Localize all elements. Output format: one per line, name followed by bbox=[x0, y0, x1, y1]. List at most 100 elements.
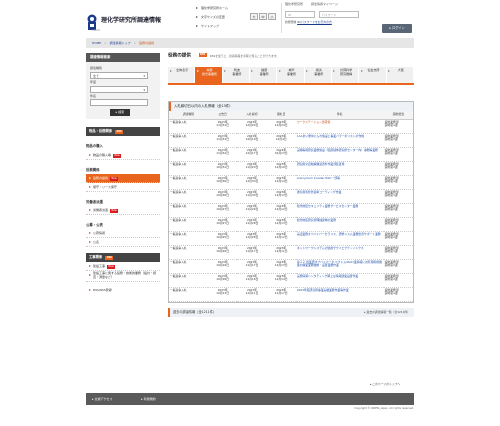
row-notice-date: 2023年 10月19日 bbox=[208, 259, 238, 274]
bid-subject-link[interactable]: 和光地区研究管理棟建物の業務 bbox=[297, 218, 336, 222]
header: 理化学研究所調達情報 RIKEN 理化学研究所ホーム 文字サイズの変更 サイトマ… bbox=[0, 0, 500, 36]
chevron-right-icon bbox=[333, 70, 336, 72]
tab-office-8[interactable]: 大阪 bbox=[386, 67, 414, 83]
rss-icon[interactable]: RSS bbox=[198, 53, 207, 57]
keyword-input[interactable] bbox=[90, 99, 148, 107]
font-medium-button[interactable]: 中 bbox=[259, 13, 267, 20]
breadcrumb: HOME > 調達情報トップ > 役務の提供 bbox=[86, 38, 414, 48]
table-row: 一般競争入札 2023年 10月20日 2023年 11月17日 2023年 12月1… bbox=[169, 245, 413, 260]
login-id-input[interactable]: ID bbox=[285, 11, 315, 18]
tab-label: 計算科学 研究機構 bbox=[340, 68, 353, 76]
bid-subject-link[interactable]: 第１２ 世業研オプバイパータ ベクシム(RAC)業情報に共有用利用推進の構築業務… bbox=[297, 260, 382, 267]
col-deadline: 入札締切 bbox=[237, 111, 267, 120]
past-procurement-link[interactable]: ▸ 過去の調達情報一覧（全1211件） bbox=[364, 308, 410, 317]
sidebar-item-rss[interactable]: RSS/RSS登録 bbox=[86, 286, 160, 295]
bid-subject-link[interactable]: ネットワークシステムの監視サクイエクテンノニクス bbox=[297, 246, 364, 250]
login-tab-riken[interactable]: 理化学研究所 bbox=[285, 2, 303, 6]
tab-office-4[interactable]: 神戸 事業所 bbox=[277, 67, 305, 83]
search-button[interactable]: ▸ 検索 bbox=[110, 109, 130, 117]
bid-subject-link[interactable]: 和光地区セキュリティ業務サービスセンター業務 bbox=[297, 204, 358, 208]
row-contract: 契約業務部 契約第1課 bbox=[383, 287, 413, 302]
table-row: 一般競争入札 2023年 10月31日 2023年 11月20日 2023年 12月1… bbox=[169, 161, 413, 176]
sidebar-item-public-offer[interactable]: 公募情報 bbox=[86, 229, 160, 239]
login-button[interactable]: ▸ ログイン bbox=[382, 24, 412, 33]
tab-office-3[interactable]: 播磨 事業所 bbox=[249, 67, 278, 83]
login-tab-mypage[interactable]: 調達情報マイページ bbox=[311, 2, 338, 6]
row-subject: Anonymum Invader 840 一部等 bbox=[295, 175, 384, 190]
row-opening-date: 2024年 01月13日 bbox=[266, 147, 296, 162]
bid-subject-link[interactable]: 実態情報ハンタティング網上は情報建築設置作業 bbox=[297, 274, 358, 278]
col-notice-date: 公告日 bbox=[208, 111, 238, 120]
row-notice-date: 2023年 11月31日 bbox=[208, 147, 238, 162]
row-deadline: 2023年 11月11日 bbox=[237, 287, 267, 302]
row-opening-date: 2023年 12月12日 bbox=[266, 231, 296, 246]
sidebar-item-label: 建設工事に関する役務・技術的業務（設計・調査・測量など） bbox=[93, 271, 157, 280]
bid-subject-link[interactable]: Anonymum Invader 840 一部等 bbox=[297, 176, 340, 180]
tab-label: 本部 和光事業所 bbox=[201, 68, 217, 76]
register-link[interactable]: 新規登録 bbox=[285, 20, 296, 24]
sidebar: 調達情報検索 調達種別 全て ▾ 年度 ▾ 件名 ▸ 検索 物品・役務関係 RSS … bbox=[86, 53, 160, 295]
past-procurement-link-label: 過去の調達情報一覧（全1211件） bbox=[366, 309, 410, 314]
bid-subject-link[interactable]: 実証業務オペバイバーセラリス、研修シスム業務監査サポート業務 bbox=[297, 232, 381, 236]
breadcrumb-procurement[interactable]: 調達情報トップ bbox=[110, 41, 131, 45]
sidebar-item-goods-purchase[interactable]: 物品の購入等 New bbox=[86, 151, 160, 160]
sidebar-item-publication[interactable]: 公表 bbox=[86, 238, 160, 248]
table-row: 一般競争入札 2023年 11月31日 2023年 12月20日 2023年 12月2… bbox=[169, 119, 413, 134]
login-tabs: 理化学研究所 調達情報マイページ bbox=[285, 2, 413, 9]
sidebar-item-labor[interactable]: 労働者派遣 New bbox=[86, 206, 160, 215]
footer: ▸ 交通アクセス ▸ 利用規約 Copyright © RIKEN, Japan… bbox=[0, 393, 500, 426]
riken-home-link[interactable]: 理化学研究所ホーム bbox=[194, 4, 278, 13]
page-top-link[interactable]: ▴ このページのトップへ bbox=[370, 382, 400, 386]
footer-link-terms[interactable]: ▸ 利用規約 bbox=[141, 397, 169, 401]
site-title[interactable]: 理化学研究所調達情報 bbox=[101, 17, 161, 25]
tab-office-7[interactable]: 仙台支所 bbox=[359, 67, 387, 83]
bid-subject-link[interactable]: 研究用全自動解離装置外作業部装置用 bbox=[297, 162, 345, 166]
tab-office-5[interactable]: 横浜 事業所 bbox=[304, 67, 332, 83]
row-opening-date: 2023年 12月14日 bbox=[266, 175, 296, 190]
tab-office-2[interactable]: 筑波 事業所 bbox=[222, 67, 250, 83]
row-subject: 1AAまい便中にんれ施設と事業バラ一ボリストの作成 bbox=[295, 133, 384, 148]
row-opening-date: 2023年 11月17日 bbox=[266, 287, 296, 302]
year-select[interactable]: ▾ bbox=[90, 85, 148, 93]
tab-office-1[interactable]: 本部 和光事業所 bbox=[195, 67, 223, 83]
bid-subject-link[interactable]: 通気用乳管外装単コーティング作業 bbox=[297, 190, 342, 194]
row-notice-date: 2023年 10月18日 bbox=[208, 273, 238, 288]
sitemap-link[interactable]: サイトマップ bbox=[194, 22, 278, 31]
bid-subject-link[interactable]: ワークステーション賃貸借 bbox=[297, 120, 330, 124]
row-deadline: 2023年 12月20日 bbox=[237, 119, 267, 134]
tab-label: 神戸 事業所 bbox=[286, 68, 296, 76]
tab-office-6[interactable]: 計算科学 研究機構 bbox=[331, 67, 360, 83]
row-deadline: 2023年 11月20日 bbox=[237, 161, 267, 176]
login-password-input[interactable]: パスワード bbox=[319, 11, 359, 18]
chevron-right-icon bbox=[169, 70, 172, 72]
row-opening-date: 2023年 12月12日 bbox=[266, 203, 296, 218]
font-large-button[interactable]: 大 bbox=[250, 13, 258, 20]
sidebar-item-service[interactable]: 役務の提供 New bbox=[86, 173, 160, 183]
tab-office-0[interactable]: 全体表示 bbox=[168, 67, 196, 83]
row-opening-date: 2023年 12月4日 bbox=[266, 133, 296, 148]
rss-icon[interactable]: RSS bbox=[115, 130, 124, 135]
row-deadline: 2023年 12月19日 bbox=[237, 133, 267, 148]
row-contract: 契約業務部 契約第2課 bbox=[383, 203, 413, 218]
row-subject: 研究用全自動解離装置外作業部装置用 bbox=[295, 161, 384, 176]
bid-subject-link[interactable]: 実験等用研究業務施設（臨床検体研究所センター内）事務等業務 bbox=[297, 148, 378, 152]
footer-link-access[interactable]: ▸ 交通アクセス bbox=[92, 397, 126, 401]
table-row: 一般競争入札 2023年 10月18日 2023年 11月16日 2023年 12月1… bbox=[169, 273, 413, 288]
kind-select[interactable]: 全て ▾ bbox=[90, 71, 148, 79]
bid-subject-link[interactable]: 1AAまい便中にんれ施設と事業バラ一ボリストの作成 bbox=[297, 134, 364, 138]
sidebar-item-construction-services[interactable]: 建設工事に関する役務・技術的業務（設計・調査・測量など） bbox=[86, 271, 160, 283]
footer-bar: ▸ 交通アクセス ▸ 利用規約 bbox=[86, 393, 414, 405]
bid-subject-link[interactable]: 2023年度研究所事業実績業務作業等作業 bbox=[297, 288, 349, 292]
row-deadline: 2023年 11月17日 bbox=[237, 259, 267, 274]
bid-table: 調達種別 公告日 入札締切 開札日 件名 契約担当 一般競争入札 2023年 11… bbox=[169, 111, 413, 302]
sidebar-item-construction[interactable]: 建設工事 New bbox=[86, 262, 160, 272]
breadcrumb-home[interactable]: HOME bbox=[92, 41, 101, 45]
row-notice-date: 2023年 10月27日 bbox=[208, 217, 238, 232]
riken-logo-icon[interactable] bbox=[86, 14, 98, 30]
font-small-button[interactable]: 小 bbox=[268, 13, 276, 20]
forgot-password-link[interactable]: ID/パスワードをお忘れの方 bbox=[297, 20, 332, 24]
row-kind: 一般競争入札 bbox=[169, 119, 209, 134]
sidebar-item-maintenance[interactable]: 保守・リース保守 bbox=[86, 183, 160, 192]
rss-icon[interactable]: RSS bbox=[105, 256, 114, 261]
col-opening-date: 開札日 bbox=[266, 111, 296, 120]
